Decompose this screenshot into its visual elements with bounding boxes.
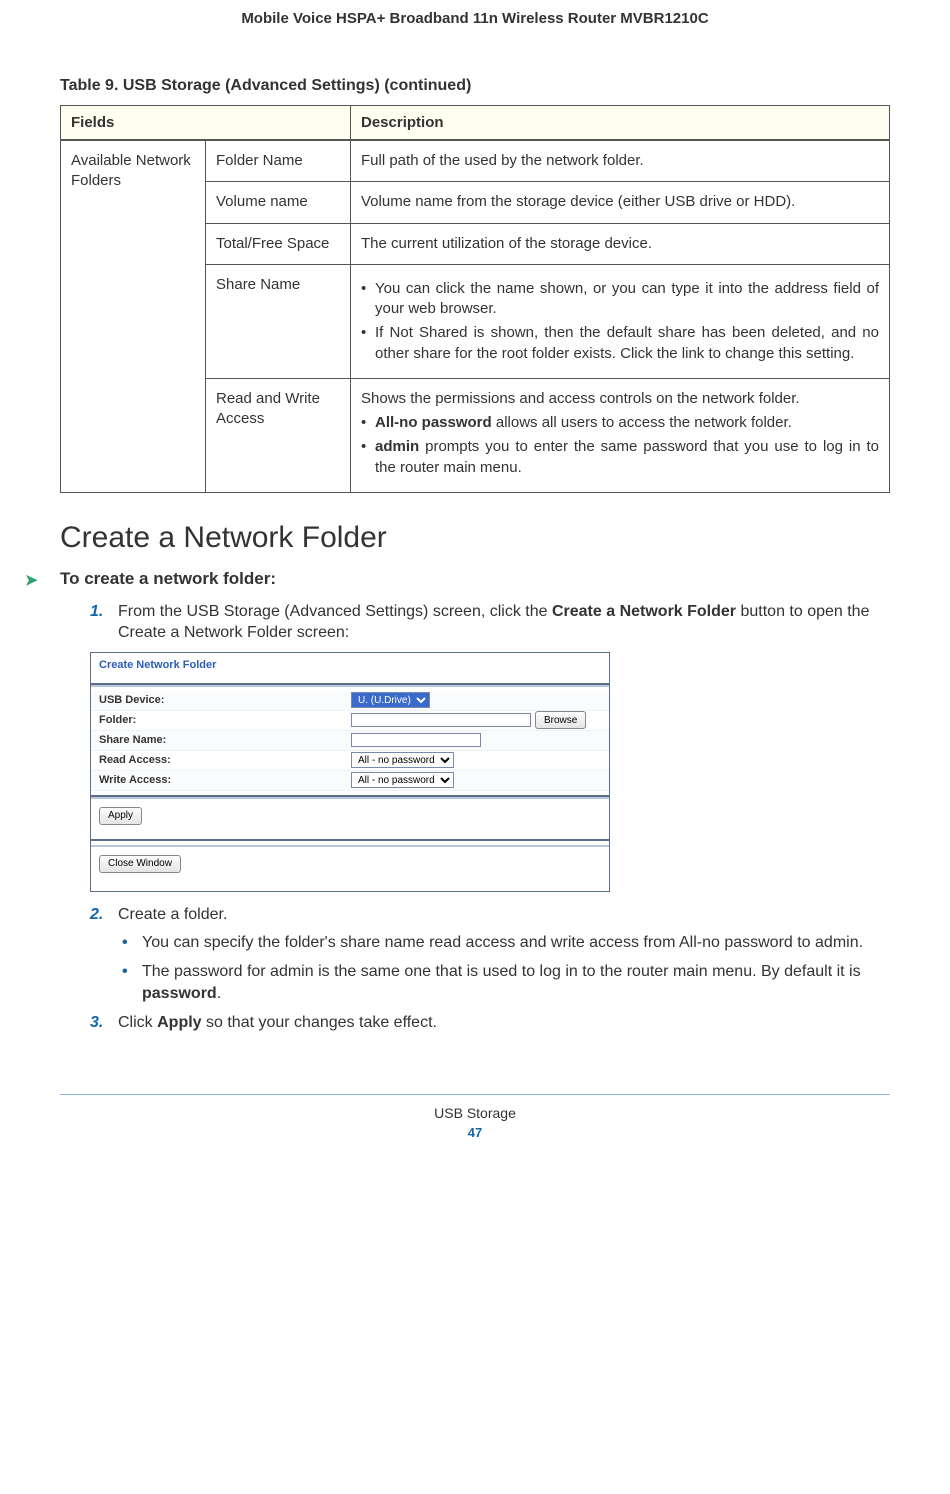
step-num-1: 1. [90, 601, 103, 623]
field-volume-name: Volume name [206, 182, 351, 223]
close-window-button[interactable]: Close Window [99, 855, 181, 873]
browse-button[interactable]: Browse [535, 711, 586, 729]
usb-device-select[interactable]: U. (U.Drive) [351, 692, 430, 708]
rw-b1-bold: All-no password [375, 414, 492, 431]
th-fields: Fields [61, 106, 351, 141]
step2-sub1: You can specify the folder's share name … [118, 932, 890, 954]
desc-share-name: You can click the name shown, or you can… [351, 264, 890, 378]
write-access-label: Write Access: [91, 774, 351, 786]
step-3: 3. Click Apply so that your changes take… [90, 1012, 890, 1034]
read-access-label: Read Access: [91, 754, 351, 766]
share-bullet-2: If Not Shared is shown, then the default… [361, 323, 879, 364]
read-access-select[interactable]: All - no password [351, 752, 454, 768]
field-total-free-space: Total/Free Space [206, 223, 351, 264]
desc-total-free-space: The current utilization of the storage d… [351, 223, 890, 264]
divider [91, 839, 609, 841]
table-caption: Table 9. USB Storage (Advanced Settings)… [60, 77, 890, 95]
footer-rule [60, 1094, 890, 1095]
procedure-title: ➤ To create a network folder: [60, 569, 890, 589]
step2-sub2-bold: password [142, 985, 217, 1002]
step-num-3: 3. [90, 1012, 103, 1034]
dialog-title: Create Network Folder [91, 653, 609, 683]
folder-label: Folder: [91, 714, 351, 726]
desc-volume-name: Volume name from the storage device (eit… [351, 182, 890, 223]
share-bullet-1: You can click the name shown, or you can… [361, 279, 879, 320]
step2-sub2: The password for admin is the same one t… [118, 961, 890, 1004]
step3-bold: Apply [157, 1014, 201, 1031]
share-name-input[interactable] [351, 733, 481, 747]
chevron-right-icon: ➤ [25, 571, 38, 589]
folder-input[interactable] [351, 713, 531, 727]
desc-read-write-access: Shows the permissions and access control… [351, 378, 890, 492]
step-2: 2. Create a folder. You can specify the … [90, 904, 890, 1004]
step-1: 1. From the USB Storage (Advanced Settin… [90, 601, 890, 644]
usb-storage-table: Fields Description Available Network Fol… [60, 105, 890, 493]
step2-sub2-pre: The password for admin is the same one t… [142, 963, 861, 980]
rw-lead: Shows the permissions and access control… [361, 389, 879, 409]
rw-bullet-1: All-no password allows all users to acce… [361, 413, 879, 433]
procedure-title-text: To create a network folder: [60, 569, 276, 588]
step2-text: Create a folder. [118, 906, 227, 923]
apply-button[interactable]: Apply [99, 807, 142, 825]
step3-post: so that your changes take effect. [202, 1014, 437, 1031]
step3-pre: Click [118, 1014, 157, 1031]
page-number: 47 [60, 1125, 890, 1140]
usb-device-label: USB Device: [91, 694, 351, 706]
th-description: Description [351, 106, 890, 141]
rw-b1-rest: allows all users to access the network f… [492, 414, 792, 431]
step1-bold: Create a Network Folder [552, 603, 736, 620]
desc-folder-name: Full path of the used by the network fol… [351, 140, 890, 182]
group-available-network-folders: Available Network Folders [61, 140, 206, 492]
step-num-2: 2. [90, 904, 103, 926]
rw-b2-bold: admin [375, 438, 419, 455]
rw-bullet-2: admin prompts you to enter the same pass… [361, 437, 879, 478]
share-name-label: Share Name: [91, 734, 351, 746]
create-network-folder-dialog: Create Network Folder USB Device: U. (U.… [90, 652, 610, 892]
section-title: Create a Network Folder [60, 521, 890, 555]
step1-pre: From the USB Storage (Advanced Settings)… [118, 603, 552, 620]
footer-section: USB Storage [60, 1105, 890, 1121]
field-read-write-access: Read and Write Access [206, 378, 351, 492]
divider [91, 845, 609, 847]
field-folder-name: Folder Name [206, 140, 351, 182]
page-header: Mobile Voice HSPA+ Broadband 11n Wireles… [60, 0, 890, 77]
rw-b2-rest: prompts you to enter the same password t… [375, 438, 879, 475]
write-access-select[interactable]: All - no password [351, 772, 454, 788]
step2-sub2-post: . [217, 985, 221, 1002]
field-share-name: Share Name [206, 264, 351, 378]
